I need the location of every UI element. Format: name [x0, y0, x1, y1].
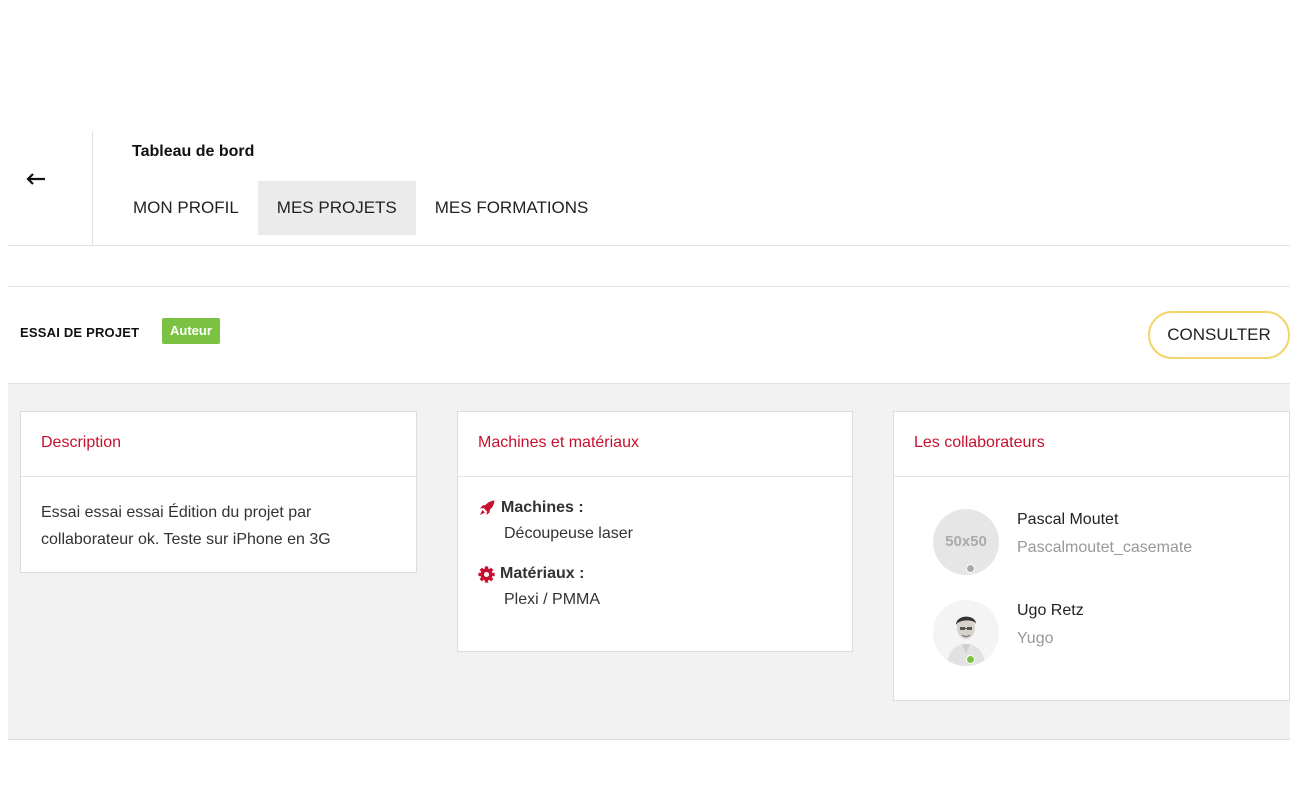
description-title: Description: [21, 412, 416, 477]
machines-value: Découpeuse laser: [504, 525, 633, 542]
project-details: Description Essai essai essai Édition du…: [8, 384, 1290, 740]
materials-value: Plexi / PMMA: [504, 591, 601, 608]
back-zone: [8, 131, 93, 245]
tab-mes-projets[interactable]: MES PROJETS: [257, 181, 416, 235]
collaborator-item: 50x50 Pascal Moutet Pascalmoutet_casemat…: [933, 509, 1273, 577]
project-bar: ESSAI DE PROJET Auteur CONSULTER: [8, 286, 1290, 384]
machines-row: Machines :: [478, 497, 832, 519]
rocket-icon: [480, 500, 495, 515]
machines-group: Machines : Découpeuse laser: [478, 497, 832, 545]
dashboard-header: Tableau de bord MON PROFIL MES PROJETS M…: [8, 131, 1290, 246]
materials-label: Matériaux :: [500, 565, 585, 582]
collaborator-name[interactable]: Ugo Retz: [1017, 602, 1084, 620]
cog-icon: [478, 565, 495, 583]
status-online-dot: [966, 655, 975, 664]
tab-mon-profil[interactable]: MON PROFIL: [114, 181, 258, 235]
machines-materials-card: Machines et matériaux Machines : Découpe…: [457, 411, 853, 652]
description-text: Essai essai essai Édition du projet par …: [41, 504, 331, 548]
materials-row: Matériaux :: [478, 563, 832, 585]
machines-label: Machines :: [501, 499, 584, 516]
machines-materials-body: Machines : Découpeuse laser Matériaux: …: [458, 477, 852, 649]
collaborator-name[interactable]: Pascal Moutet: [1017, 511, 1118, 529]
nav-tabs: MON PROFIL MES PROJETS MES FORMATIONS: [114, 181, 607, 235]
collaborator-item: Ugo Retz Yugo: [933, 600, 1273, 668]
collaborator-username: Yugo: [1017, 630, 1054, 647]
arrow-left-icon[interactable]: [25, 171, 47, 187]
consult-button[interactable]: CONSULTER: [1148, 311, 1290, 359]
machines-materials-title: Machines et matériaux: [458, 412, 852, 477]
tab-mes-formations[interactable]: MES FORMATIONS: [416, 181, 608, 235]
status-offline-dot: [966, 564, 975, 573]
materials-group: Matériaux : Plexi / PMMA: [478, 563, 832, 611]
description-card: Description Essai essai essai Édition du…: [20, 411, 417, 573]
collaborators-title: Les collaborateurs: [894, 412, 1289, 477]
collaborator-username: Pascalmoutet_casemate: [1017, 539, 1193, 556]
collaborators-card: Les collaborateurs 50x50 Pascal Moutet P…: [893, 411, 1290, 701]
project-name: ESSAI DE PROJET: [20, 325, 140, 340]
role-badge: Auteur: [162, 318, 220, 344]
page-title: Tableau de bord: [132, 143, 255, 160]
